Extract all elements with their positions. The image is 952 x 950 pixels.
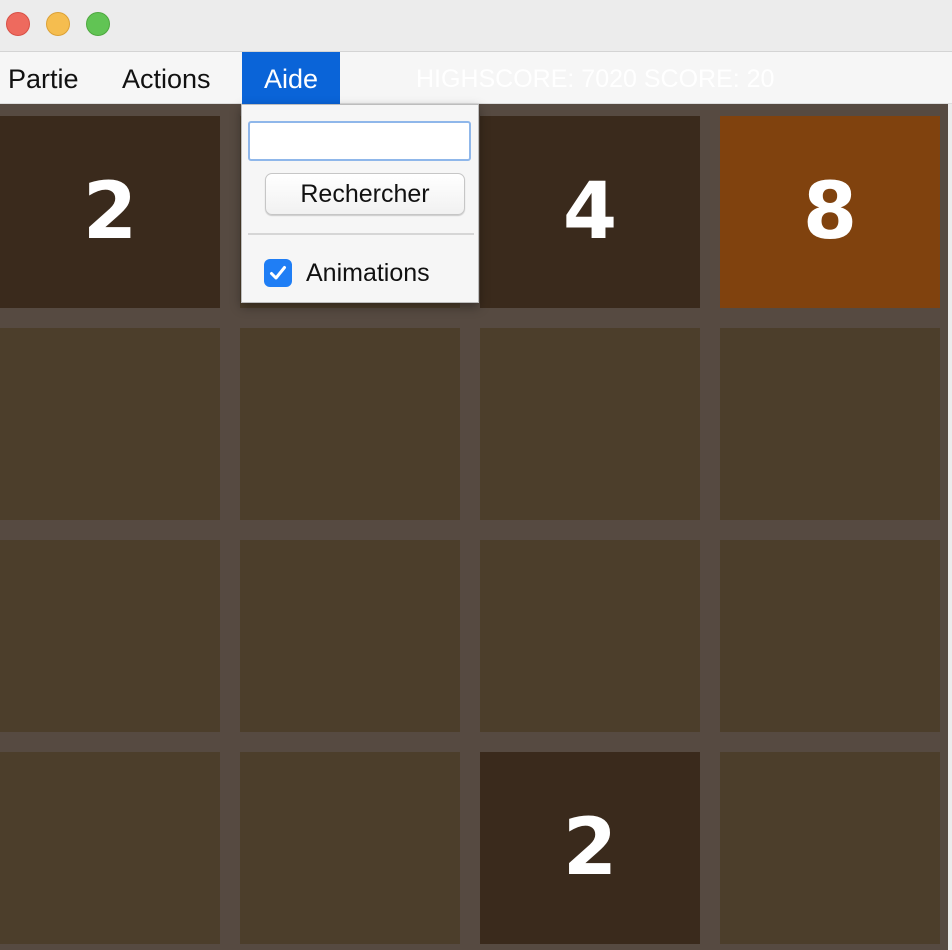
tile-r1-c3 bbox=[720, 328, 940, 520]
tile-r0-c0: 2 bbox=[0, 116, 220, 308]
tile-r2-c2 bbox=[480, 540, 700, 732]
maximize-window-button[interactable] bbox=[86, 12, 110, 36]
tile-r3-c1 bbox=[240, 752, 460, 944]
tile-r2-c0 bbox=[0, 540, 220, 732]
tile-r2-c1 bbox=[240, 540, 460, 732]
search-input[interactable] bbox=[248, 121, 471, 161]
game-window: Partie Actions Aide HIGHSCORE: 7020 SCOR… bbox=[0, 0, 952, 950]
minimize-window-button[interactable] bbox=[46, 12, 70, 36]
animations-checkbox[interactable] bbox=[264, 259, 292, 287]
menu-separator bbox=[248, 233, 474, 235]
search-button[interactable]: Rechercher bbox=[265, 173, 465, 215]
close-window-button[interactable] bbox=[6, 12, 30, 36]
tile-r0-c3: 8 bbox=[720, 116, 940, 308]
menu-aide[interactable]: Aide bbox=[242, 52, 340, 104]
tile-r3-c0 bbox=[0, 752, 220, 944]
menu-partie[interactable]: Partie bbox=[0, 52, 91, 104]
score-label: HIGHSCORE: 7020 SCORE: 20 bbox=[416, 65, 775, 93]
menu-actions[interactable]: Actions bbox=[110, 52, 223, 104]
menu-bar: Partie Actions Aide HIGHSCORE: 7020 SCOR… bbox=[0, 52, 952, 104]
tile-r1-c0 bbox=[0, 328, 220, 520]
animations-menu-item[interactable]: Animations bbox=[264, 255, 430, 291]
tile-r1-c2 bbox=[480, 328, 700, 520]
tile-r3-c2: 2 bbox=[480, 752, 700, 944]
aide-dropdown-menu: Rechercher Animations bbox=[241, 104, 479, 303]
title-bar bbox=[0, 0, 952, 52]
checkmark-icon bbox=[270, 266, 286, 280]
window-right-edge bbox=[948, 104, 952, 950]
tile-r1-c1 bbox=[240, 328, 460, 520]
tile-r0-c2: 4 bbox=[480, 116, 700, 308]
tile-r3-c3 bbox=[720, 752, 940, 944]
animations-label: Animations bbox=[306, 258, 430, 287]
tile-r2-c3 bbox=[720, 540, 940, 732]
